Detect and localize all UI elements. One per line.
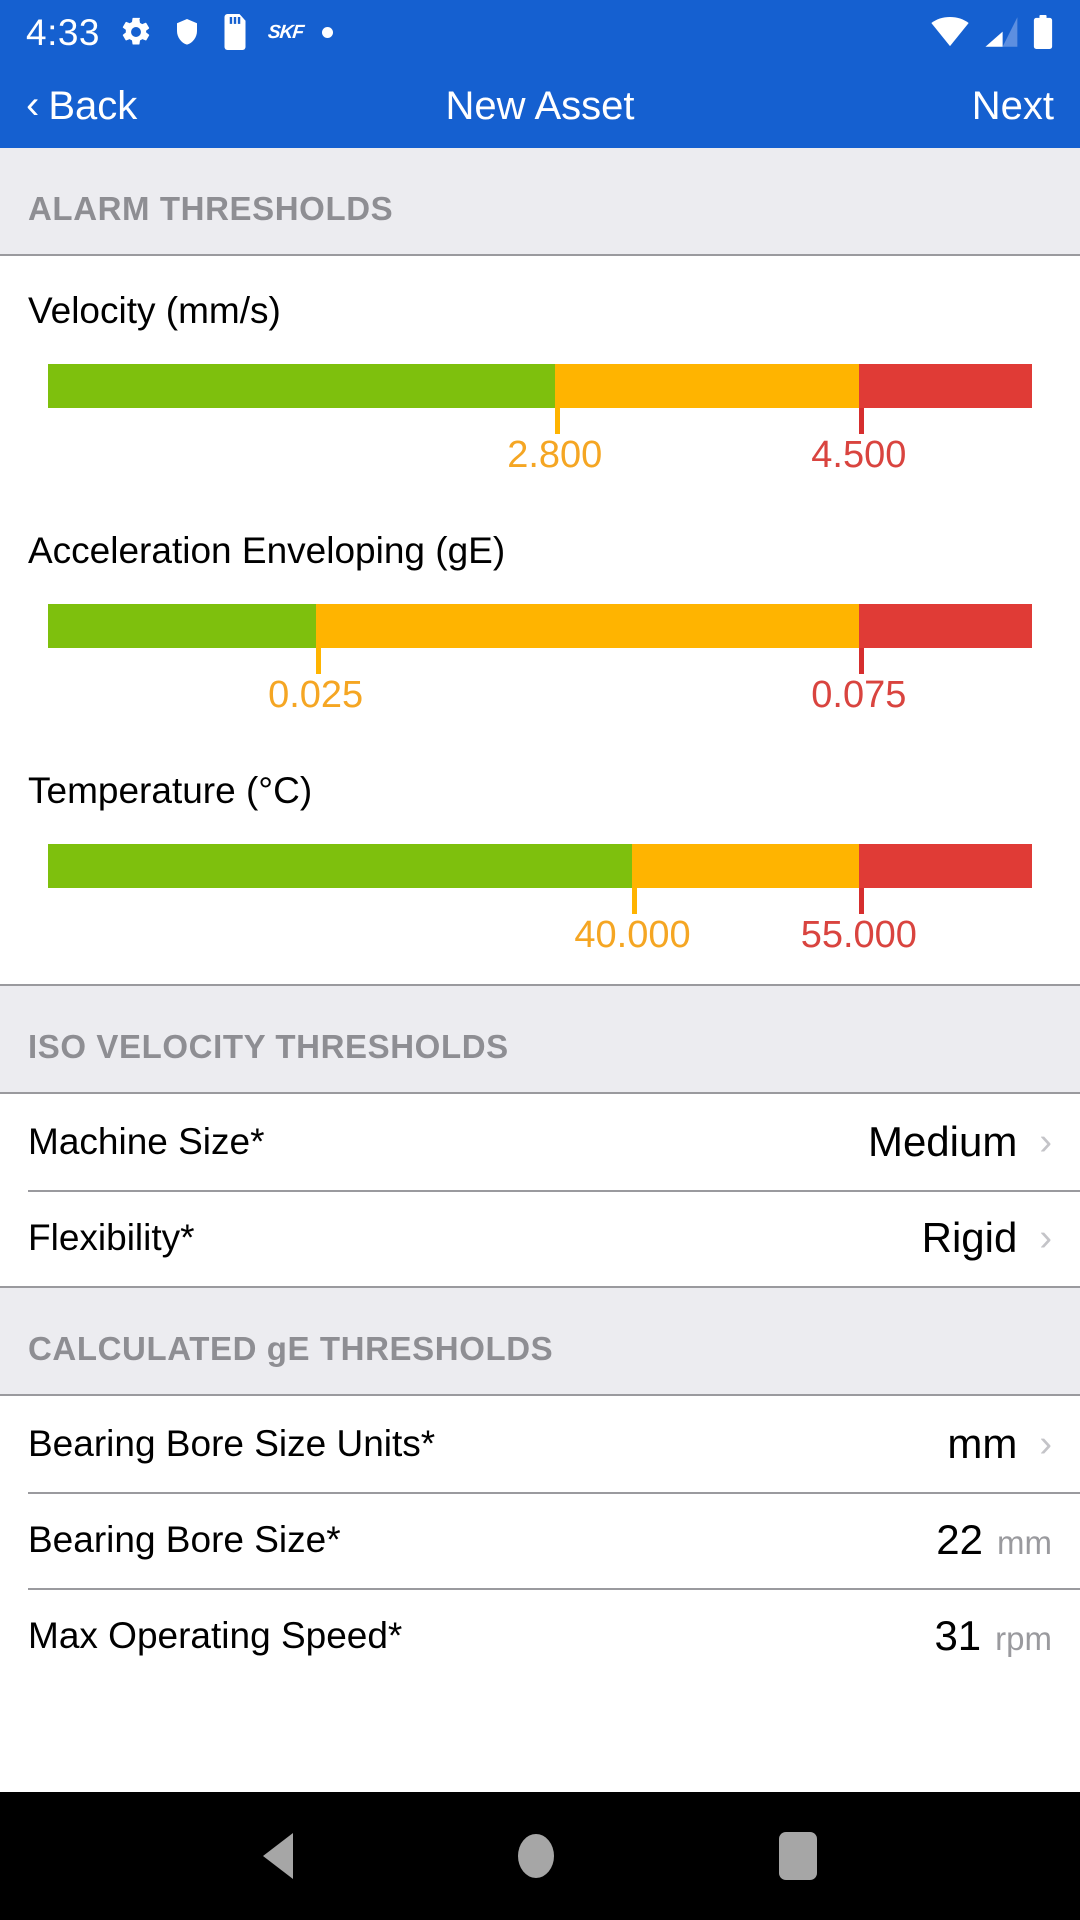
row-bearing-bore-size-units-label: Bearing Bore Size Units* — [28, 1423, 436, 1464]
row-bearing-bore-size-right: 22 mm — [936, 1516, 1052, 1564]
app-screen: 4:33 SKF ‹ Back New Asset Next ALARM THR… — [0, 0, 1080, 1920]
segment-green — [48, 604, 316, 648]
row-bearing-bore-size-units-right: mm — [947, 1420, 1017, 1468]
threshold-velocity-alarm-value: 4.500 — [811, 434, 907, 476]
segment-amber — [632, 844, 859, 888]
row-max-operating-speed-unit: rpm — [995, 1620, 1052, 1657]
row-bearing-bore-size-value[interactable]: 22 — [936, 1516, 983, 1564]
threshold-temperature-bar-wrap — [48, 844, 1032, 914]
status-time: 4:33 — [26, 11, 101, 53]
row-bearing-bore-size-units[interactable]: Bearing Bore Size Units* mm › — [0, 1396, 1080, 1492]
threshold-acceleration-bar[interactable] — [48, 604, 1032, 648]
segment-red — [858, 364, 1032, 408]
threshold-velocity: Velocity (mm/s) 2.800 4.500 — [0, 256, 1080, 496]
row-max-operating-speed-value[interactable]: 31 — [934, 1612, 981, 1660]
tick-warning — [315, 648, 321, 674]
tick-warning — [554, 408, 560, 434]
row-bearing-bore-size-unit: mm — [997, 1524, 1052, 1561]
segment-green — [48, 844, 633, 888]
status-bar-left: 4:33 SKF — [26, 14, 930, 51]
skf-logo: SKF — [266, 21, 305, 43]
threshold-acceleration-bar-wrap — [48, 604, 1032, 674]
android-navigation-bar — [0, 1792, 1080, 1920]
row-max-operating-speed-label: Max Operating Speed* — [28, 1615, 403, 1656]
tick-alarm — [858, 888, 864, 914]
row-bearing-bore-size[interactable]: Bearing Bore Size* 22 mm — [0, 1492, 1080, 1588]
android-back-icon[interactable] — [262, 1833, 293, 1879]
segment-amber — [315, 604, 859, 648]
status-bar: 4:33 SKF — [0, 0, 1080, 64]
section-header-calculated-ge-thresholds: CALCULATED gE THRESHOLDS — [0, 1286, 1080, 1396]
row-flexibility[interactable]: Flexibility* Rigid › — [0, 1190, 1080, 1286]
threshold-temperature-values: 40.000 55.000 — [48, 914, 1032, 976]
threshold-temperature-alarm-value: 55.000 — [800, 914, 917, 956]
wifi-icon — [931, 17, 969, 47]
tick-alarm — [858, 648, 864, 674]
tick-alarm — [858, 408, 864, 434]
row-flexibility-value: Rigid — [921, 1214, 1018, 1261]
page-title: New Asset — [445, 83, 635, 128]
segment-green — [48, 364, 555, 408]
threshold-temperature-label: Temperature (°C) — [28, 770, 313, 811]
alarm-thresholds-group: Velocity (mm/s) 2.800 4.500 Acceleration… — [0, 256, 1080, 984]
row-flexibility-right: Rigid — [922, 1214, 1018, 1262]
threshold-velocity-bar[interactable] — [48, 364, 1032, 408]
row-max-operating-speed[interactable]: Max Operating Speed* 31 rpm — [0, 1588, 1080, 1684]
iso-velocity-list: Machine Size* Medium › Flexibility* Rigi… — [0, 1094, 1080, 1286]
segment-red — [858, 604, 1032, 648]
row-bearing-bore-size-label: Bearing Bore Size* — [28, 1519, 341, 1560]
threshold-velocity-label: Velocity (mm/s) — [28, 290, 281, 331]
row-machine-size-label: Machine Size* — [28, 1121, 265, 1162]
chevron-right-icon: › — [1039, 1217, 1052, 1259]
row-machine-size-right: Medium — [868, 1118, 1017, 1166]
row-flexibility-label: Flexibility* — [28, 1217, 195, 1258]
sd-card-icon — [224, 14, 246, 50]
threshold-temperature-bar[interactable] — [48, 844, 1032, 888]
battery-icon — [1033, 15, 1053, 49]
shield-icon — [177, 19, 198, 45]
status-bar-right — [930, 15, 1054, 49]
navigation-bar: ‹ Back New Asset Next — [0, 64, 1080, 148]
dot-icon — [322, 26, 334, 38]
row-max-operating-speed-right: 31 rpm — [934, 1612, 1052, 1660]
threshold-acceleration-enveloping: Acceleration Enveloping (gE) 0.025 0.075 — [0, 496, 1080, 736]
back-button[interactable]: ‹ Back — [26, 84, 137, 129]
threshold-acceleration-values: 0.025 0.075 — [48, 674, 1032, 736]
threshold-acceleration-alarm-value: 0.075 — [811, 674, 907, 716]
next-button[interactable]: Next — [972, 84, 1054, 129]
section-header-alarm-thresholds: ALARM THRESHOLDS — [0, 148, 1080, 256]
calculated-ge-list: Bearing Bore Size Units* mm › Bearing Bo… — [0, 1396, 1080, 1684]
chevron-right-icon: › — [1039, 1121, 1052, 1163]
threshold-velocity-bar-wrap — [48, 364, 1032, 434]
threshold-temperature-warning-value: 40.000 — [574, 914, 691, 956]
segment-red — [858, 844, 1032, 888]
threshold-velocity-values: 2.800 4.500 — [48, 434, 1032, 496]
segment-amber — [554, 364, 859, 408]
threshold-temperature: Temperature (°C) 40.000 55.000 — [0, 736, 1080, 976]
chevron-right-icon: › — [1039, 1423, 1052, 1465]
row-machine-size-value: Medium — [867, 1118, 1018, 1165]
threshold-acceleration-warning-value: 0.025 — [268, 674, 364, 716]
row-bearing-bore-size-units-value: mm — [947, 1420, 1018, 1467]
gear-icon — [122, 17, 150, 45]
chevron-left-icon: ‹ — [26, 82, 40, 127]
section-header-iso-velocity-thresholds: ISO VELOCITY THRESHOLDS — [0, 984, 1080, 1094]
threshold-acceleration-label: Acceleration Enveloping (gE) — [28, 530, 506, 571]
back-button-label: Back — [48, 83, 138, 128]
tick-warning — [632, 888, 638, 914]
android-recents-icon[interactable] — [779, 1832, 818, 1880]
row-machine-size[interactable]: Machine Size* Medium › — [0, 1094, 1080, 1190]
threshold-velocity-warning-value: 2.800 — [507, 434, 603, 476]
android-home-icon[interactable] — [517, 1834, 554, 1878]
cellular-signal-icon — [985, 17, 1018, 47]
